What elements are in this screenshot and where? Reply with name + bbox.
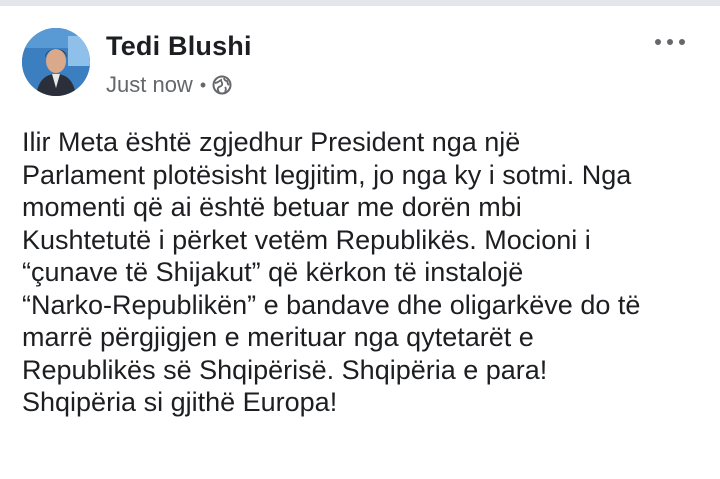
post-text-line: momenti që ai është betuar me dorën mbi <box>22 192 522 222</box>
more-horizontal-icon <box>655 39 685 45</box>
post-text-line: Ilir Meta është zgjedhur President nga n… <box>22 127 521 157</box>
more-options-button[interactable] <box>650 32 690 52</box>
author-name[interactable]: Tedi Blushi <box>106 31 252 62</box>
post-text-line: Parlament plotësisht legjitim, jo nga ky… <box>22 159 632 190</box>
post-body: Ilir Meta është zgjedhur President nga n… <box>22 126 712 419</box>
globe-icon[interactable] <box>212 75 232 95</box>
post-timestamp[interactable]: Just now <box>106 72 193 98</box>
post-text-line: marrë përgjigjen e merituar nga qytetarë… <box>22 322 534 352</box>
post-text-line: Republikës së Shqipërisë. Shqipëria e pa… <box>22 354 548 385</box>
facebook-post: Tedi Blushi Just now • Ilir Meta është z… <box>0 6 720 479</box>
post-text-line: Kushtetutë i përket vetëm Republikës. Mo… <box>22 224 591 255</box>
post-text-line: “çunave të Shijakut” që kërkon të instal… <box>22 257 524 287</box>
meta-separator: • <box>199 74 207 95</box>
avatar-photo <box>22 28 90 96</box>
post-meta: Just now • <box>106 72 232 98</box>
post-text-line: Shqipëria si gjithë Europa! <box>22 387 338 417</box>
post-text-line: “Narko-Republikën” e bandave dhe oligark… <box>22 289 641 320</box>
author-avatar[interactable] <box>22 28 90 96</box>
